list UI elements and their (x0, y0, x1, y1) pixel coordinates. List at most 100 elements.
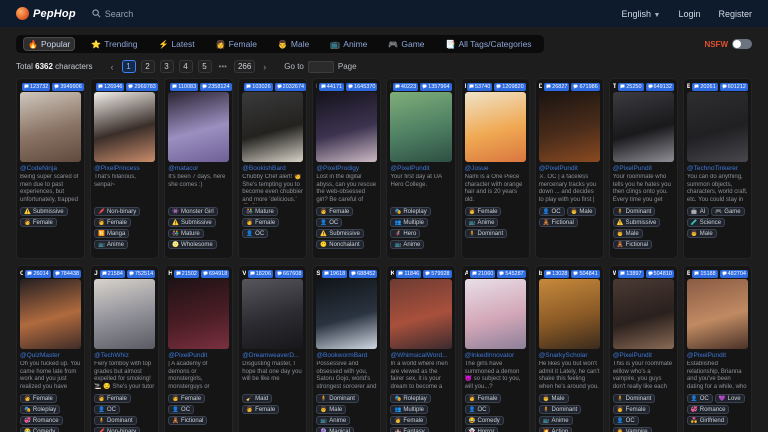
login-link[interactable]: Login (678, 9, 700, 19)
character-art[interactable] (612, 279, 674, 349)
tag-pill[interactable]: ⚠️ Submissive (316, 229, 364, 238)
creator-handle[interactable]: @QuizMaster (20, 352, 81, 359)
page-button-4[interactable]: 4 (178, 60, 193, 73)
tag-pill[interactable]: 💑 Girlfriend (686, 416, 729, 425)
language-selector[interactable]: English ▼ (621, 9, 660, 19)
tag-pill[interactable]: 👤 OC (94, 405, 120, 414)
character-art[interactable] (538, 92, 600, 162)
tag-pill[interactable]: 👤 OC (612, 416, 639, 425)
tag-pill[interactable]: 👾 Monster Girl (168, 207, 218, 216)
pagination-next[interactable]: › (260, 62, 269, 72)
character-art[interactable] (686, 92, 748, 162)
tag-pill[interactable]: 👤 OC (168, 405, 195, 414)
tag-pill[interactable]: 👥 Multiple (390, 405, 429, 414)
creator-handle[interactable]: @BookwormBard (316, 352, 377, 359)
character-card[interactable]: Hell's a 21502 694918 @PixelPundit | A a… (164, 265, 234, 432)
character-card[interactable]: Nami 53740 1209820 @Josue Nami is a One … (460, 78, 530, 259)
character-card[interactable]: Haya 126946 2969783 @PixelPrincess That'… (90, 78, 160, 259)
goto-page-input[interactable] (307, 60, 334, 73)
tag-pill[interactable]: 💞 Romance (20, 416, 63, 425)
character-art[interactable] (20, 92, 82, 162)
character-art[interactable] (390, 279, 452, 349)
character-card[interactable]: bakugo 13028 504841 @SnarkyScholar He li… (534, 265, 604, 432)
filter-item-anime[interactable]: 📺 Anime (326, 38, 371, 50)
tag-pill[interactable]: 📺 Anime (464, 218, 499, 227)
creator-handle[interactable]: @PixelPundit (613, 165, 674, 172)
page-button-1[interactable]: 1 (121, 60, 136, 73)
tag-pill[interactable]: 👩 Female (390, 416, 428, 425)
creator-handle[interactable]: @matacor (168, 165, 229, 172)
filter-item-trending[interactable]: ⭐ Trending (87, 38, 141, 50)
tag-pill[interactable]: 🖍️ Non-binary (94, 427, 141, 432)
tag-pill[interactable]: 🈶 Manga (94, 229, 130, 238)
tag-pill[interactable]: 👩 Female (464, 207, 502, 216)
tag-pill[interactable]: 👩 Female (464, 394, 502, 403)
creator-handle[interactable]: @TechWhiz (94, 352, 155, 359)
tag-pill[interactable]: 📺 Anime (94, 240, 128, 249)
nsfw-toggle[interactable] (732, 39, 752, 49)
tag-pill[interactable]: 😂 Comedy (20, 427, 60, 432)
page-button-3[interactable]: 3 (159, 60, 174, 73)
register-link[interactable]: Register (718, 9, 752, 19)
tag-pill[interactable]: 👩 Female (20, 218, 57, 227)
character-art[interactable] (20, 279, 82, 349)
creator-handle[interactable]: @PixelPundit (687, 352, 748, 359)
filter-item-male[interactable]: 👨 Male (274, 38, 313, 50)
character-card[interactable]: Victoria 18206 667608 @DreamweaverD... D… (238, 265, 308, 432)
tag-pill[interactable]: 💞 Romance (686, 405, 730, 414)
character-art[interactable] (390, 92, 452, 162)
tag-pill[interactable]: 🧍 Dominant (464, 229, 508, 238)
creator-handle[interactable]: @PixelPrincess (94, 165, 155, 172)
tag-pill[interactable]: ⚠️ Submissive (168, 218, 216, 227)
tag-pill[interactable]: 👤 OC (686, 394, 713, 403)
tag-pill[interactable]: 🧍 Dominant (538, 405, 582, 414)
tag-pill[interactable]: 🔮 Magical (316, 427, 354, 432)
tag-pill[interactable]: 🦸 Hero (390, 229, 421, 238)
tag-pill[interactable]: 😂 Comedy (464, 416, 504, 425)
character-card[interactable]: Willow 13897 504810 @PixelPundit This is… (608, 265, 678, 432)
tag-pill[interactable]: 🤖 AI (686, 207, 710, 216)
tag-pill[interactable]: 👤 OC (464, 405, 491, 414)
character-card[interactable]: Cathlee 26014 784438 @QuizMaster Oh you … (16, 265, 86, 432)
tag-pill[interactable]: 👩 Female (94, 218, 131, 227)
tag-pill[interactable]: 📺 Anime (390, 240, 425, 249)
tag-pill[interactable]: 👤 OC (316, 218, 343, 227)
character-card[interactable]: Chef 103026 2032674 @BookishBard Chubby … (238, 78, 308, 259)
tag-pill[interactable]: 🧍 Dominant (316, 394, 359, 403)
character-card[interactable]: Tsunde 25250 649132 @PixelPundit Your ro… (608, 78, 678, 259)
tag-pill[interactable]: 👻 Horror (464, 427, 499, 432)
character-art[interactable] (94, 92, 156, 162)
tag-pill[interactable]: 👩 Female (94, 394, 131, 403)
tag-pill[interactable]: 😶 Nonchalant (316, 240, 364, 249)
tag-pill[interactable]: 👨 Male (316, 405, 347, 414)
filter-item-game[interactable]: 🎮 Game (384, 38, 428, 50)
filter-item-female[interactable]: 👩 Female (212, 38, 261, 50)
creator-handle[interactable]: @PixelPundit (168, 352, 229, 359)
tag-pill[interactable]: 🧛 Vampire (612, 427, 652, 432)
tag-pill[interactable]: 👩 Female (316, 207, 354, 216)
creator-handle[interactable]: @PixelPundit (539, 165, 600, 172)
character-card[interactable]: Lucy 44171 1645370 @PixelProdigy Lost in… (312, 78, 382, 259)
tag-pill[interactable]: 👩 Female (242, 405, 280, 414)
tag-pill[interactable]: 🖍️ Non-binary (94, 207, 141, 216)
logo[interactable]: PepHop (16, 7, 76, 20)
tag-pill[interactable]: 🏰 Fantasy (390, 427, 429, 432)
tag-pill[interactable]: 👩 Female (242, 218, 280, 227)
creator-handle[interactable]: @BookishBard (242, 165, 303, 172)
tag-pill[interactable]: 👥 Multiple (390, 218, 429, 227)
character-card[interactable]: Knight 11846 579928 @WhimsicalWord... In… (386, 265, 456, 432)
tag-pill[interactable]: 👨 Male (686, 229, 717, 238)
tag-pill[interactable]: 🧹 Maid (242, 394, 273, 403)
tag-pill[interactable]: 🧍 Dominant (612, 394, 656, 403)
last-page-button[interactable]: 266 (233, 60, 256, 73)
character-art[interactable] (242, 92, 304, 162)
character-card[interactable]: Dullaha 26827 671986 @PixelPundit ⚔. OC … (534, 78, 604, 259)
character-card[interactable]: My He 40223 1357964 @PixelPundit Your fi… (386, 78, 456, 259)
character-art[interactable] (316, 279, 378, 349)
tag-pill[interactable]: 🧸 Fictional (538, 218, 578, 227)
tag-pill[interactable]: 🎭 Roleplay (20, 405, 61, 414)
tag-pill[interactable]: 🧍 Dominant (94, 416, 137, 425)
tag-pill[interactable]: 🧸 Fictional (168, 416, 208, 425)
tag-pill[interactable]: 🌝 Wholesome (168, 240, 217, 249)
creator-handle[interactable]: @Josue (465, 165, 526, 172)
